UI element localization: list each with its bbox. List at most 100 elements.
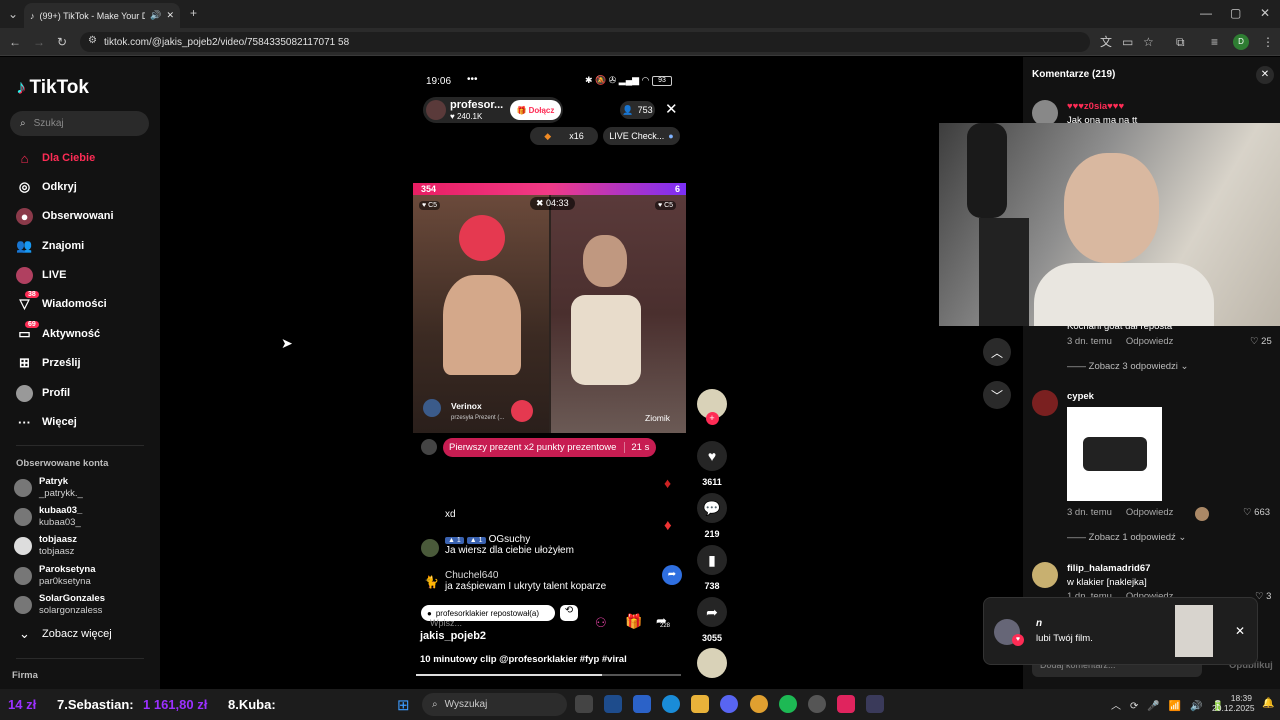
next-video-button[interactable]: ﹀ — [983, 381, 1011, 409]
tiktok-logo[interactable]: ♪ TikTok — [16, 77, 89, 99]
comment-avatar[interactable] — [1032, 390, 1058, 416]
comment-like[interactable]: ♡ 3 — [1255, 591, 1271, 602]
copilot-icon[interactable] — [633, 695, 651, 713]
chat-avatar — [421, 539, 439, 557]
chrome-icon[interactable] — [750, 695, 768, 713]
tab-close-icon[interactable]: ✕ — [166, 10, 174, 21]
task-view-icon[interactable] — [575, 695, 593, 713]
comment-user[interactable]: cypek — [1067, 391, 1094, 402]
previous-video-button[interactable]: ︿ — [983, 338, 1011, 366]
comment-avatar[interactable] — [1032, 562, 1058, 588]
close-live-icon[interactable]: ✕ — [665, 100, 678, 118]
followed-account[interactable]: tobjaasz tobjaasz — [14, 534, 77, 558]
gift-counter-pill[interactable]: ◆ x16 — [530, 127, 598, 145]
comment-user[interactable]: ♥♥♥z0sia♥♥♥ — [1067, 101, 1124, 112]
nav-live[interactable]: LIVE — [16, 265, 66, 285]
edge-icon[interactable] — [662, 695, 680, 713]
see-more-accounts[interactable]: ⌄ Zobacz więcej — [16, 624, 112, 644]
media-control-icon[interactable]: ≡ — [1211, 36, 1218, 48]
nav-explore[interactable]: ◎ Odkryj — [16, 177, 77, 197]
settings-app-icon[interactable] — [866, 695, 884, 713]
comment-like[interactable]: ♡ 25 — [1250, 336, 1272, 347]
nav-following[interactable]: ● Obserwowani — [16, 206, 114, 226]
comment-image-pedal[interactable] — [1067, 407, 1162, 501]
gift-box-icon[interactable]: 🎁 — [625, 613, 642, 630]
share-button[interactable]: ➦ 3055 — [697, 597, 727, 643]
chevron-down-icon: ﹀ — [990, 388, 1003, 403]
followed-account[interactable]: Patryk _patrykk._ — [14, 476, 83, 500]
nav-friends[interactable]: 👥 Znajomi — [16, 236, 84, 256]
translate-icon[interactable]: 文 — [1100, 36, 1112, 48]
followed-account[interactable]: Paroksetyna par0ksetyna — [14, 564, 96, 588]
video-author[interactable]: jakis_pojeb2 — [420, 630, 486, 642]
share-live-icon[interactable]: ➦ — [662, 565, 682, 585]
forward-icon[interactable]: → — [33, 36, 45, 48]
store-icon[interactable] — [604, 695, 622, 713]
browser-tab[interactable]: ♪ (99+) TikTok - Make Your Da 🔊 ✕ — [24, 3, 180, 28]
spotify-icon[interactable] — [779, 695, 797, 713]
extensions-icon[interactable]: ⧉ — [1176, 36, 1185, 48]
taskbar-search[interactable]: ⌕ Wyszukaj — [422, 693, 567, 716]
nav-profile[interactable]: Profil — [16, 383, 70, 403]
view-replies[interactable]: —— Zobacz 1 odpowiedź ⌄ — [1067, 532, 1186, 543]
join-button[interactable]: 🎁 Dołącz — [510, 100, 561, 120]
clock[interactable]: 18:39 20.12.2025 — [1212, 693, 1255, 713]
followed-account[interactable]: SolarGonzales solargonzaless — [14, 593, 105, 617]
reload-icon[interactable]: ↻ — [57, 36, 67, 48]
save-button[interactable]: ▮ 738 — [697, 545, 727, 591]
author-avatar-button[interactable]: + — [697, 389, 727, 425]
bookmark-star-icon[interactable]: ☆ — [1143, 36, 1154, 48]
account-user: tobjaasz — [39, 546, 75, 557]
minimize-icon[interactable]: — — [1200, 7, 1212, 19]
followed-account[interactable]: kubaa03_ kubaa03_ — [14, 505, 82, 529]
nav-messages[interactable]: ▽ 38 Wiadomości — [16, 290, 107, 314]
windows-start-icon[interactable]: ⊞ — [397, 696, 410, 714]
close-comments-icon[interactable]: ✕ — [1256, 66, 1274, 84]
search-input[interactable]: ⌕ Szukaj — [10, 111, 149, 136]
nav-activity[interactable]: ▭ 69 Aktywność — [16, 320, 100, 344]
reply-link[interactable]: Odpowiedz — [1126, 336, 1174, 347]
file-explorer-icon[interactable] — [691, 695, 709, 713]
tiktok-app-icon[interactable] — [837, 695, 855, 713]
follow-plus-icon[interactable]: + — [705, 412, 719, 425]
maximize-icon[interactable]: ▢ — [1230, 7, 1241, 19]
video-progress-bar[interactable] — [416, 674, 681, 676]
following-avatar-icon: ● — [16, 207, 33, 225]
tab-audio-icon[interactable]: 🔊 — [150, 10, 161, 21]
live-check-pill[interactable]: LIVE Check... ● — [603, 127, 680, 145]
close-notification-icon[interactable]: ✕ — [1235, 624, 1245, 638]
discord-icon[interactable] — [720, 695, 738, 713]
friends-icon: 👥 — [16, 238, 33, 253]
site-info-icon[interactable]: ⚙ — [88, 36, 97, 46]
music-disc-button[interactable] — [697, 648, 727, 678]
view-replies[interactable]: —— Zobacz 3 odpowiedzi ⌄ — [1067, 361, 1189, 372]
tab-menu-icon[interactable]: ⌄ — [8, 8, 18, 20]
comment-like[interactable]: ♡ 663 — [1243, 507, 1270, 518]
search-icon: ⌕ — [432, 699, 438, 710]
live-battle-video[interactable]: 354 6 ♥ C5 Verinox przesyła Prezent (... … — [413, 183, 686, 433]
like-notification[interactable]: ♥ n lubi Twój film. ✕ — [983, 597, 1258, 665]
browser-menu-icon[interactable]: ⋮ — [1262, 36, 1274, 48]
comment-like-count: 3 — [1266, 591, 1272, 602]
close-window-icon[interactable]: ✕ — [1260, 7, 1270, 19]
nav-more[interactable]: ··· Więcej — [16, 412, 77, 432]
obs-icon[interactable] — [808, 695, 826, 713]
nav-upload[interactable]: ⊞ Prześlij — [16, 353, 80, 373]
notifications-icon[interactable]: 🔔 — [1262, 698, 1274, 709]
people-icon[interactable]: ⚇ — [595, 615, 607, 631]
reply-link[interactable]: Odpowiedz — [1126, 507, 1174, 518]
back-icon[interactable]: ← — [9, 36, 21, 48]
comment-user[interactable]: filip_halamadrid67 — [1067, 563, 1150, 574]
repost-icon[interactable]: ⟲ — [560, 605, 578, 621]
comment-button[interactable]: 💬 219 — [697, 493, 727, 539]
viewers-pill[interactable]: 👤 753 — [620, 101, 655, 119]
company-link[interactable]: Firma — [12, 670, 38, 681]
cast-icon[interactable]: ▭ — [1122, 36, 1133, 48]
new-tab-button[interactable]: + — [190, 7, 197, 19]
url-field[interactable]: ⚙ tiktok.com/@jakis_pojeb2/video/7584335… — [80, 32, 1090, 52]
like-button[interactable]: ♥ 3611 — [697, 441, 727, 487]
streamer-avatar[interactable] — [426, 100, 446, 120]
nav-for-you[interactable]: ⌂ Dla Ciebie — [16, 148, 96, 168]
profile-avatar[interactable]: D — [1233, 34, 1249, 50]
live-comment-input[interactable]: Wpisz... — [430, 618, 462, 628]
